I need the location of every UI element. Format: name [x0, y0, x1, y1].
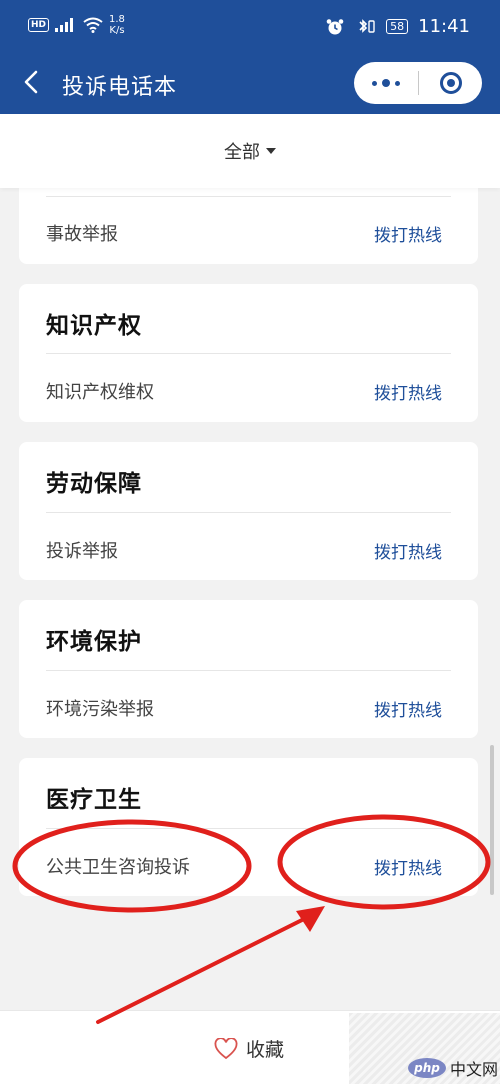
heart-icon: [214, 1037, 238, 1059]
wifi-icon: [83, 17, 103, 33]
favorite-button[interactable]: 收藏: [214, 1035, 284, 1062]
hotline-item-label: 知识产权维权: [46, 382, 154, 403]
card-divider: [46, 828, 451, 829]
call-hotline-link[interactable]: 拨打热线: [374, 538, 442, 563]
category-filter-dropdown[interactable]: 全部: [0, 114, 500, 188]
status-bar: HD 1.8 K/s 58 11:41: [0, 0, 500, 52]
clock: 11:41: [418, 16, 470, 37]
hotline-item-label: 事故举报: [46, 224, 118, 245]
card-title: 劳动保障: [46, 471, 142, 497]
call-hotline-link[interactable]: 拨打热线: [374, 854, 442, 879]
card-title: 知识产权: [46, 313, 142, 339]
card-title: 环境保护: [46, 629, 142, 655]
back-arrow-icon[interactable]: [18, 66, 46, 98]
arrow-head: [296, 906, 325, 932]
card-divider: [46, 670, 451, 671]
card-divider: [46, 353, 451, 354]
signal-icon: [55, 18, 77, 32]
hotline-item-label: 环境污染举报: [46, 699, 154, 720]
network-speed: 1.8 K/s: [109, 14, 125, 36]
bluetooth-vibrate-icon: [359, 18, 375, 33]
page-title: 投诉电话本: [62, 75, 178, 100]
card-divider: [46, 512, 451, 513]
hotline-card-medical-health: 医疗卫生 公共卫生咨询投诉 拨打热线: [19, 758, 478, 896]
more-options-button[interactable]: [354, 62, 418, 104]
call-hotline-link[interactable]: 拨打热线: [374, 696, 442, 721]
php-logo: php: [408, 1058, 446, 1078]
annotation-arrow: [96, 912, 316, 1024]
call-hotline-link[interactable]: 拨打热线: [374, 379, 442, 404]
hotline-card-environmental-protection: 环境保护 环境污染举报 拨打热线: [19, 600, 478, 738]
hotline-item-label: 投诉举报: [46, 541, 118, 562]
hotline-card-intellectual-property: 知识产权 知识产权维权 拨打热线: [19, 284, 478, 422]
alarm-icon: [326, 18, 344, 34]
caret-down-icon: [266, 148, 276, 154]
close-mini-program-button[interactable]: [419, 62, 482, 104]
php-cn-watermark: php 中文网: [408, 1056, 498, 1080]
speed-value: 1.8: [109, 14, 125, 25]
scrollbar[interactable]: [490, 745, 494, 895]
card-title: 医疗卫生: [46, 787, 142, 813]
hotline-card-labor-security: 劳动保障 投诉举报 拨打热线: [19, 442, 478, 580]
favorite-label: 收藏: [246, 1039, 285, 1061]
status-right: 58 11:41: [326, 16, 470, 37]
call-hotline-link[interactable]: 拨打热线: [374, 221, 442, 246]
status-left: HD 1.8 K/s: [28, 14, 125, 36]
speed-unit: K/s: [109, 25, 125, 36]
hotline-item-label: 公共卫生咨询投诉: [46, 857, 190, 878]
hd-badge: HD: [28, 18, 50, 32]
nav-bar: 投诉电话本: [0, 52, 500, 114]
mini-program-capsule: [354, 62, 482, 104]
watermark-text: 中文网: [450, 1060, 499, 1079]
filter-label: 全部: [224, 142, 260, 163]
card-divider: [46, 196, 451, 197]
battery-icon: 58: [386, 19, 409, 34]
